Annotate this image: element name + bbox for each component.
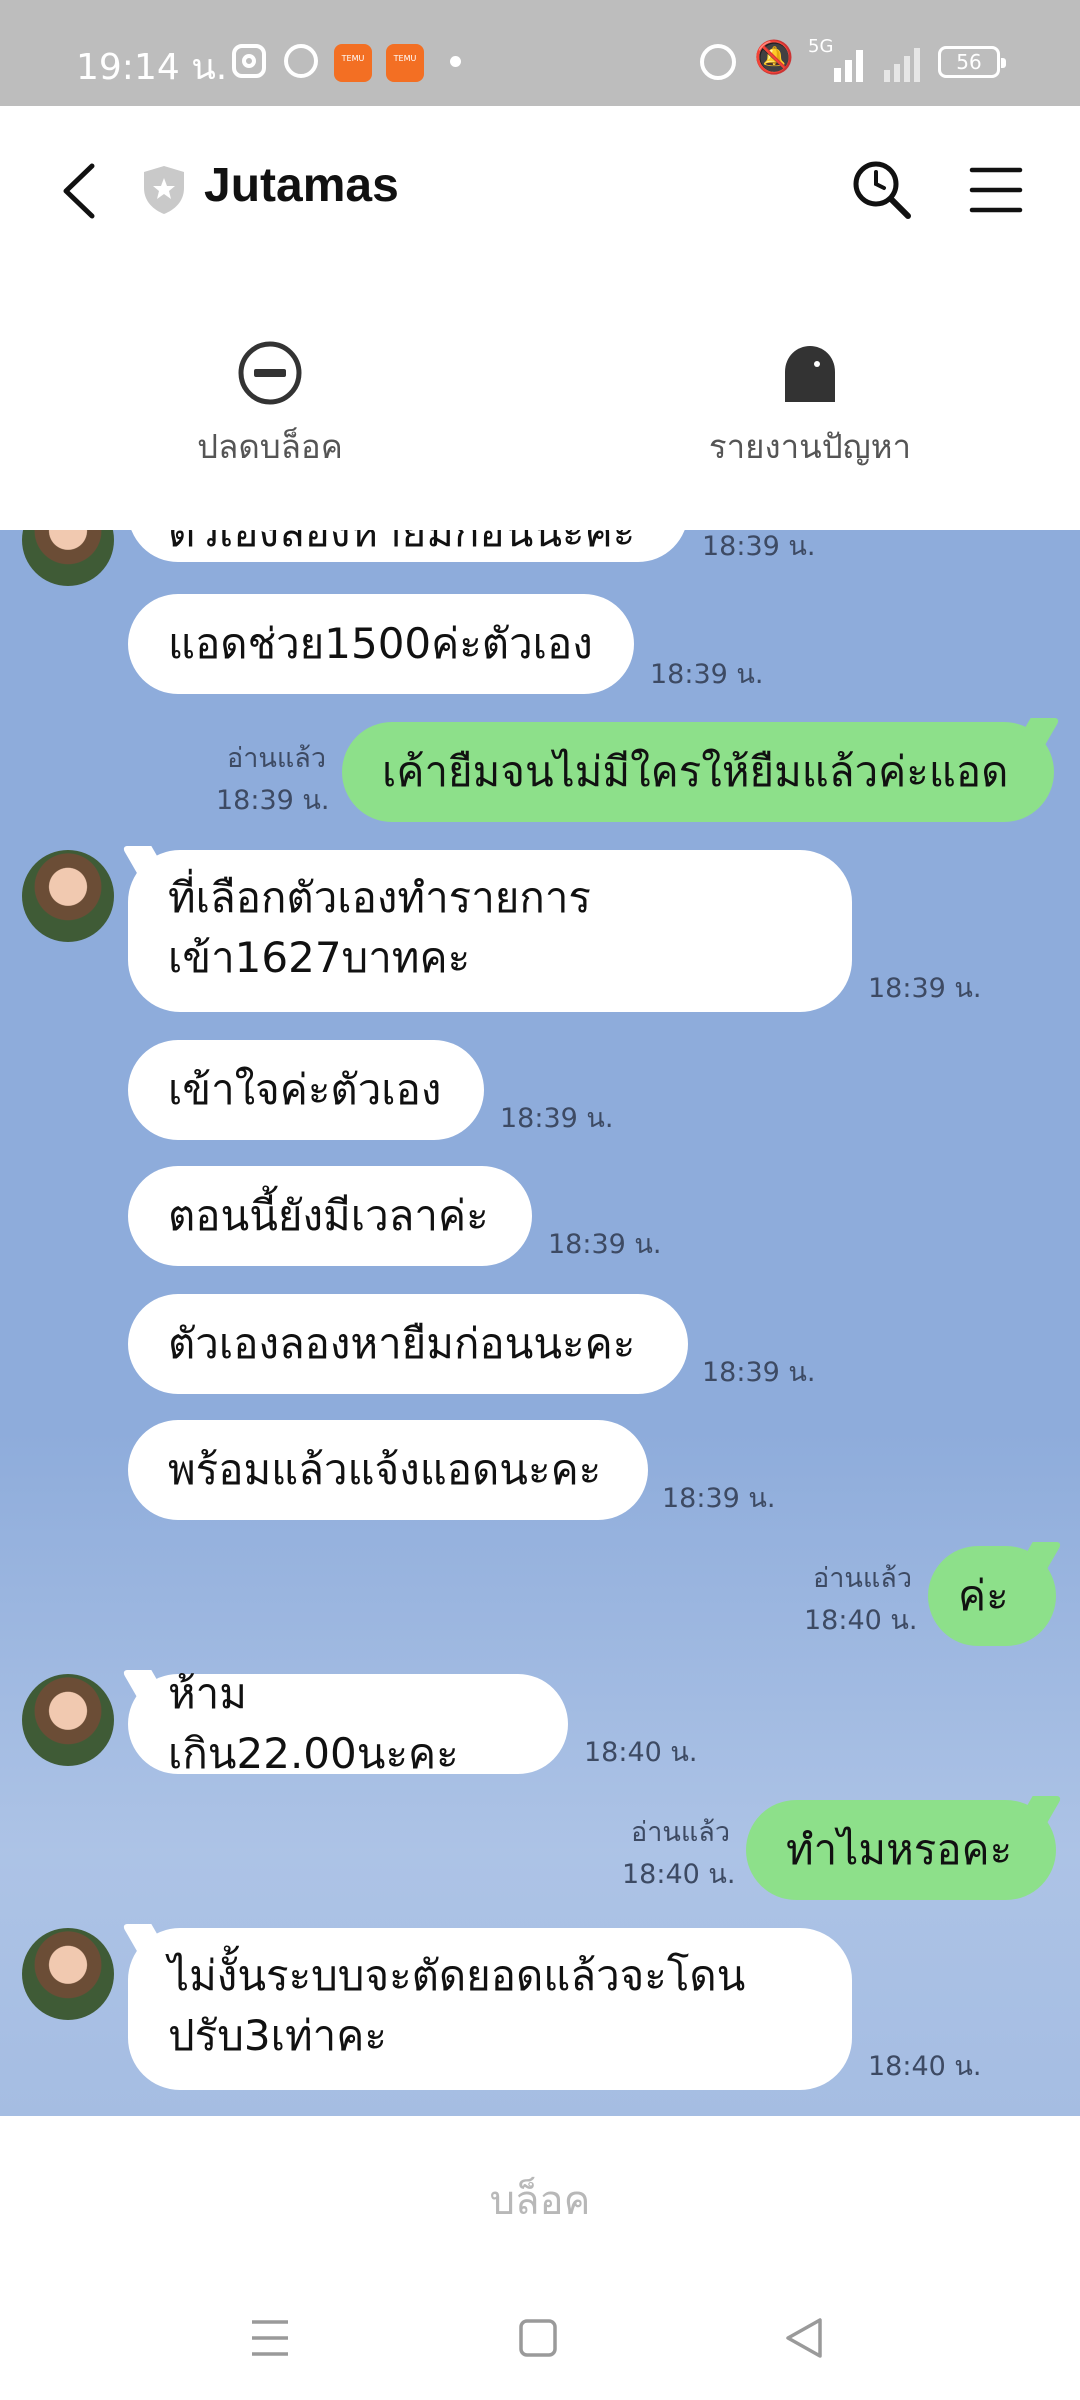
message-time: 18:40 น.: [622, 1859, 736, 1890]
status-time: 19:14 น.: [76, 47, 228, 88]
unblock-label: ปลดบล็อค: [197, 428, 343, 465]
instagram-icon: [232, 44, 266, 78]
back-triangle-icon: [786, 2318, 822, 2358]
message-time: 18:39 น.: [650, 659, 764, 690]
report-button[interactable]: รายงานปัญหา: [690, 340, 930, 473]
message-bubble-outgoing[interactable]: ค่ะ: [928, 1546, 1056, 1646]
signal-icon: [834, 50, 863, 82]
message-text: พร้อมแล้วแจ้งแอดนะคะ: [168, 1445, 602, 1494]
message-text: ทำไมหรอคะ: [786, 1825, 1013, 1874]
more-notifications-dot-icon: [450, 56, 461, 67]
message-bubble-incoming[interactable]: เข้าใจค่ะตัวเอง: [128, 1040, 484, 1140]
home-button[interactable]: [508, 2308, 568, 2368]
hamburger-menu-icon: [969, 167, 1023, 213]
message-bubble-incoming[interactable]: แอดช่วย1500ค่ะตัวเอง: [128, 594, 634, 694]
message-text: แอดช่วย1500ค่ะตัวเอง: [168, 619, 593, 668]
read-receipt: อ่านแล้ว: [227, 743, 326, 774]
message-text-line: เข้า1627บาทคะ: [168, 933, 471, 982]
home-icon: [519, 2319, 557, 2357]
message-time: 18:39 น.: [702, 1357, 816, 1388]
contact-avatar[interactable]: [22, 1674, 114, 1766]
message-bubble-incoming[interactable]: ห้ามเกิน22.00นะคะ: [128, 1669, 568, 1778]
message-bubble-incoming[interactable]: ไม่งั้นระบบจะตัดยอดแล้วจะโดน ปรับ3เท่าคะ: [128, 1928, 852, 2090]
recent-apps-icon: [252, 2320, 288, 2356]
message-text: ห้ามเกิน22.00นะคะ: [168, 1669, 459, 1778]
blocked-footer: บล็อค: [0, 2116, 1080, 2280]
message-text-line: ไม่งั้นระบบจะตัดยอดแล้วจะโดน: [168, 1951, 746, 2000]
read-receipt: อ่านแล้ว: [631, 1817, 730, 1848]
report-label: รายงานปัญหา: [708, 428, 912, 465]
back-nav-button[interactable]: [774, 2308, 834, 2368]
blocked-actions-bar: ปลดบล็อค รายงานปัญหา: [0, 272, 1080, 530]
shield-star-icon: [144, 166, 184, 214]
chat-header: Jutamas: [0, 106, 1080, 272]
message-text: ตอนนี้ยังมีเวลาค่ะ: [168, 1191, 489, 1240]
message-text: ค่ะ: [958, 1571, 1009, 1620]
chevron-left-icon: [63, 163, 95, 219]
menu-button[interactable]: [968, 162, 1024, 218]
contact-name: Jutamas: [204, 159, 399, 212]
system-navigation-bar: [0, 2280, 1080, 2400]
back-button[interactable]: [56, 156, 106, 226]
block-button[interactable]: บล็อค: [0, 2168, 1080, 2232]
message-time: 18:39 น.: [548, 1229, 662, 1260]
message-bubble-incoming[interactable]: ตัวเองลองหายืมก่อนนะคะ: [128, 1294, 688, 1394]
battery-icon: 56: [938, 46, 1006, 78]
message-time: 18:39 น.: [868, 973, 982, 1004]
search-icon: [853, 161, 911, 219]
contact-avatar[interactable]: [22, 850, 114, 942]
unblock-icon: [238, 341, 302, 405]
chat-message-list[interactable]: ตัวเองลองหายืมก่อนนะคะ 18:39 น. แอดช่วย1…: [0, 530, 1080, 2116]
message-time: 18:40 น.: [804, 1605, 918, 1636]
message-text: ตัวเองลองหายืมก่อนนะคะ: [168, 530, 636, 556]
message-time: 18:40 น.: [868, 2051, 982, 2082]
mute-icon: 🔕: [754, 38, 794, 76]
temu-icon: TEMU: [386, 44, 424, 82]
message-text: เค้ายืมจนไม่มีใครให้ยืมแล้วค่ะแอด: [382, 747, 1009, 796]
signal-2-icon: [884, 48, 920, 82]
message-bubble-incoming[interactable]: ตอนนี้ยังมีเวลาค่ะ: [128, 1166, 532, 1266]
alarm-icon: [700, 44, 736, 80]
messenger-icon: [284, 44, 318, 78]
message-time: 18:39 น.: [662, 1483, 776, 1514]
message-bubble-incoming[interactable]: พร้อมแล้วแจ้งแอดนะคะ: [128, 1420, 648, 1520]
unblock-button[interactable]: ปลดบล็อค: [160, 340, 380, 473]
message-time: 18:39 น.: [216, 785, 330, 816]
temu-icon: TEMU: [334, 44, 372, 82]
message-text: ตัวเองลองหายืมก่อนนะคะ: [168, 1319, 636, 1368]
message-time: 18:39 น.: [500, 1103, 614, 1134]
message-time: 18:39 น.: [702, 531, 816, 562]
message-bubble-incoming[interactable]: ที่เลือกตัวเองทำรายการ เข้า1627บาทคะ: [128, 850, 852, 1012]
message-bubble-outgoing[interactable]: เค้ายืมจนไม่มีใครให้ยืมแล้วค่ะแอด: [342, 722, 1054, 822]
recent-apps-button[interactable]: [240, 2308, 300, 2368]
contact-avatar[interactable]: [22, 1928, 114, 2020]
message-bubble-incoming[interactable]: ตัวเองลองหายืมก่อนนะคะ: [128, 530, 688, 562]
message-text-line: ที่เลือกตัวเองทำรายการ: [168, 873, 591, 922]
message-text: เข้าใจค่ะตัวเอง: [168, 1065, 442, 1114]
read-receipt: อ่านแล้ว: [813, 1563, 912, 1594]
status-bar: 19:14 น. TEMU TEMU 🔕 5G 56: [0, 0, 1080, 106]
message-text-line: ปรับ3เท่าคะ: [168, 2011, 387, 2060]
contact-avatar[interactable]: [22, 530, 114, 586]
report-icon: [785, 346, 835, 402]
message-bubble-outgoing[interactable]: ทำไมหรอคะ: [746, 1800, 1056, 1900]
message-time: 18:40 น.: [584, 1737, 698, 1768]
search-button[interactable]: [850, 158, 914, 222]
